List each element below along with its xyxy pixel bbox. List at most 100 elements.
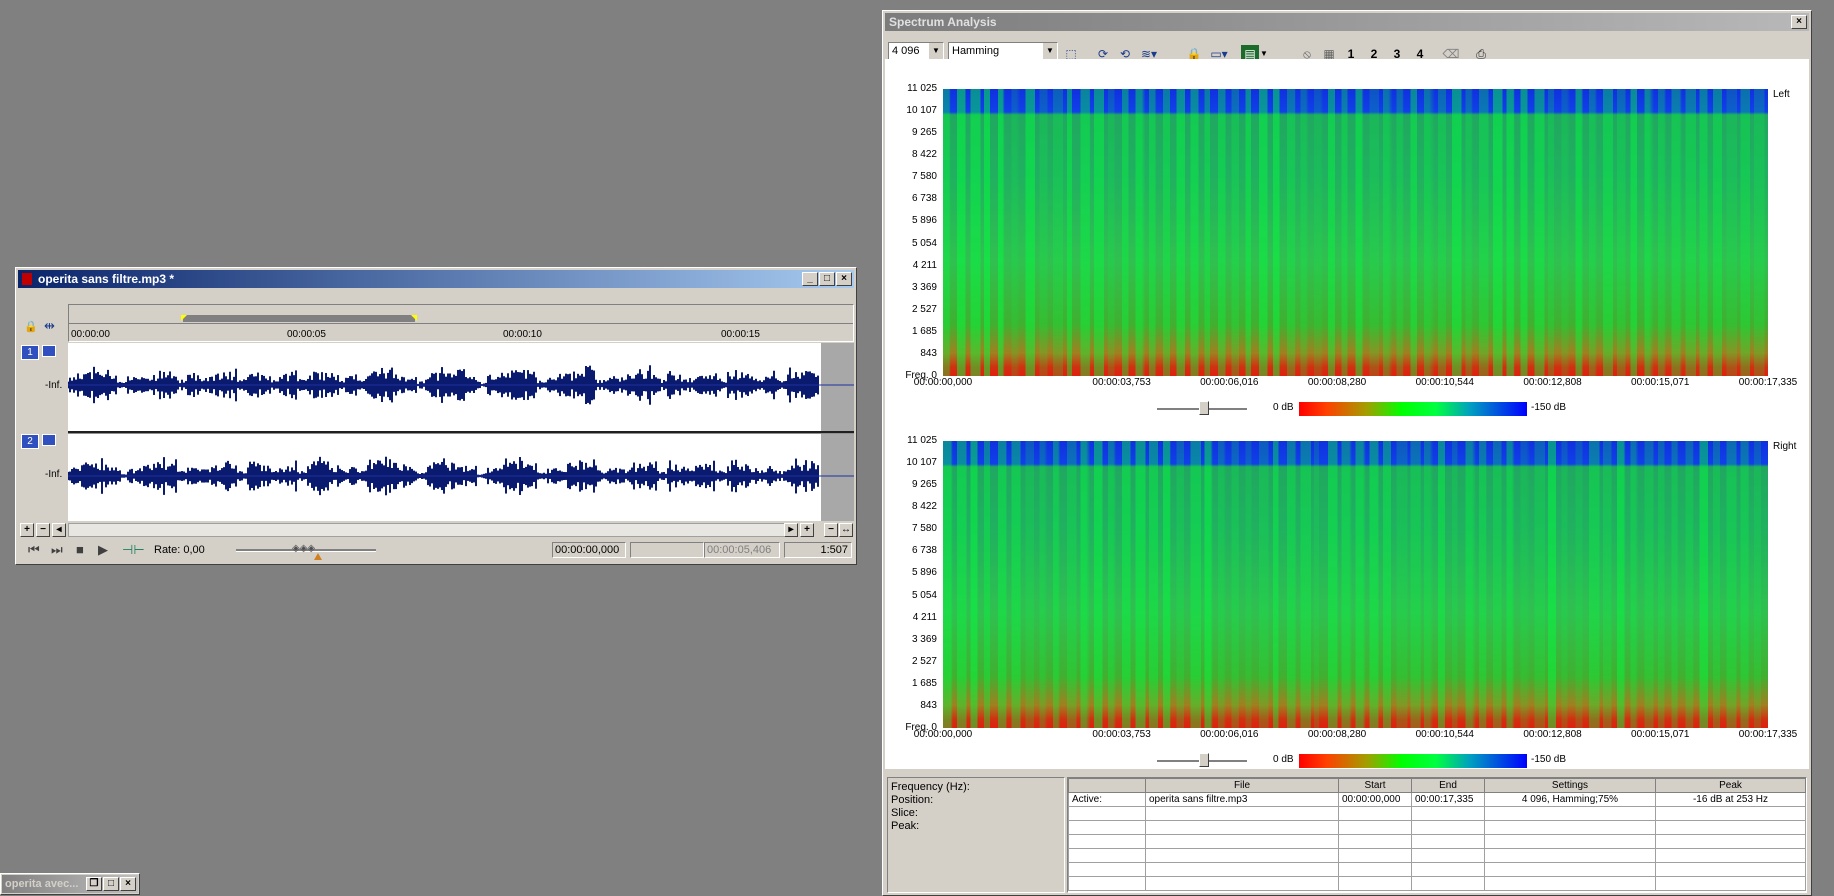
minimize-button[interactable]: _ — [802, 272, 818, 286]
restore-button[interactable]: ❐ — [86, 877, 102, 891]
fft-size-select[interactable]: 4 096 ▼ — [888, 42, 944, 60]
zoom-out-button[interactable]: − — [36, 523, 50, 537]
table-header-row: File Start End Settings Peak — [1068, 778, 1806, 793]
window-function-select[interactable]: Hamming ▼ — [948, 42, 1058, 60]
right-time-tick: 00:00:06,016 — [1200, 729, 1259, 740]
file-icon — [22, 273, 32, 285]
info-slice-label: Slice: — [891, 807, 918, 819]
right-time-tick: 00:00:10,544 — [1415, 729, 1474, 740]
track-2-header[interactable]: 2 -Inf. — [18, 432, 68, 521]
loop-end-marker[interactable] — [411, 315, 417, 321]
waveform-area[interactable] — [68, 343, 854, 521]
left-freq-tick: 6 738 — [911, 193, 937, 205]
right-time-tick: 00:00:08,280 — [1307, 729, 1367, 740]
close-button[interactable]: × — [836, 272, 852, 286]
left-time-tick: 00:00:17,335 — [1738, 377, 1798, 388]
zoom-ratio-field[interactable]: 1:507 — [784, 542, 852, 558]
maximize-button-min[interactable]: □ — [103, 877, 119, 891]
right-freq-tick: 5 896 — [911, 567, 937, 579]
right-freq-tick: 4 211 — [912, 611, 937, 623]
right-time-tick: 00:00:03,753 — [1092, 729, 1151, 740]
timeline-ruler[interactable]: 00:00:00 00:00:05 00:00:10 00:00:15 — [68, 304, 854, 342]
loop-start-marker[interactable] — [181, 315, 187, 321]
snapshot-table-box: File Start End Settings Peak Active: ope… — [1067, 777, 1807, 893]
table-row-empty[interactable] — [1068, 806, 1806, 821]
left-freq-tick: 11 025 — [907, 83, 937, 94]
info-panel: Frequency (Hz): Position: Slice: Peak: F… — [885, 769, 1809, 893]
play-icon[interactable]: ▶ — [98, 542, 108, 558]
table-row[interactable]: Active: operita sans filtre.mp3 00:00:00… — [1068, 792, 1806, 807]
minimized-title: operita avec... — [5, 878, 79, 890]
rate-slider-thumb[interactable]: ◈◈◈ — [292, 543, 315, 554]
lock-icon[interactable]: 🔒 — [24, 320, 38, 333]
editor-titlebar[interactable]: operita sans filtre.mp3 * _ □ × — [18, 270, 854, 288]
transport-bar: ⏮ ⏭ ■ ▶ ⊣⊢ Rate: 0,00 ◈◈◈ 00:00:00,000 0… — [18, 540, 854, 562]
rate-slider-marker — [314, 553, 322, 560]
horizontal-scrollbar[interactable] — [68, 523, 798, 537]
cursor-position-field[interactable]: 00:00:00,000 — [552, 542, 626, 558]
table-header-start[interactable]: Start — [1338, 778, 1412, 793]
left-time-axis: 00:00:00,000 00:00:03,753 00:00:06,016 00:0… — [885, 377, 1809, 391]
right-db-slider-thumb[interactable] — [1199, 753, 1209, 767]
right-freq-tick: 7 580 — [911, 523, 937, 535]
close-button-min[interactable]: × — [120, 877, 136, 891]
track-2-minimize-button[interactable] — [42, 434, 56, 446]
left-freq-axis: 11 025 10 107 9 265 8 422 7 580 6 738 5 896 5 0… — [885, 59, 943, 389]
table-row-empty[interactable] — [1068, 876, 1806, 891]
left-spectrogram[interactable] — [943, 89, 1768, 376]
time-zoom-in-button[interactable]: + — [800, 523, 814, 537]
rate-slider[interactable]: ◈◈◈ — [236, 543, 376, 560]
spectrum-titlebar[interactable]: Spectrum Analysis × — [885, 13, 1809, 31]
right-time-tick: 00:00:12,808 — [1523, 729, 1582, 740]
play-cursor-icon[interactable]: ⊣⊢ — [122, 542, 145, 558]
right-time-tick: 00:00:00,000 — [913, 729, 973, 740]
selection-end-field[interactable] — [630, 542, 704, 558]
table-row-empty[interactable] — [1068, 820, 1806, 835]
table-row-empty[interactable] — [1068, 834, 1806, 849]
selection-length-field[interactable]: 00:00:05,406 — [704, 542, 780, 558]
left-freq-tick: 843 — [920, 347, 937, 359]
scroll-right-button[interactable]: ▸ — [784, 523, 798, 537]
spectrum-close-button[interactable]: × — [1791, 15, 1807, 29]
table-header-file[interactable]: File — [1145, 778, 1339, 793]
left-channel-panel: Left 11 025 10 107 9 265 8 422 7 580 6 738 5 8… — [885, 59, 1809, 416]
info-position-label: Position: — [891, 794, 934, 806]
left-freq-tick: 5 054 — [911, 237, 937, 249]
track-2-number[interactable]: 2 — [21, 434, 39, 449]
go-to-end-icon[interactable]: ⏭ — [51, 542, 63, 558]
minimized-window[interactable]: operita avec... ❐ □ × — [0, 873, 140, 895]
right-db-slider[interactable] — [1157, 753, 1247, 767]
maximize-button[interactable]: □ — [819, 272, 835, 286]
snap-icon[interactable]: ⇹ — [44, 318, 55, 334]
table-row-empty[interactable] — [1068, 862, 1806, 877]
right-freq-tick: 5 054 — [911, 589, 937, 601]
left-freq-tick: 8 422 — [911, 149, 937, 161]
track-1-minimize-button[interactable] — [42, 345, 56, 357]
table-header-settings[interactable]: Settings — [1484, 778, 1656, 793]
stop-icon[interactable]: ■ — [76, 542, 84, 557]
fft-size-value: 4 096 — [892, 45, 920, 57]
scroll-left-button[interactable]: ◂ — [52, 523, 66, 537]
waveform-track-1 — [68, 365, 854, 405]
track-zoom-controls: + − ◂ — [18, 522, 68, 538]
zoom-fit-button[interactable]: ↔ — [839, 523, 853, 537]
right-freq-tick: 11 025 — [907, 435, 937, 446]
row-settings: 4 096, Hamming;75% — [1484, 792, 1656, 807]
table-header-peak[interactable]: Peak — [1655, 778, 1806, 793]
left-freq-tick: 7 580 — [911, 171, 937, 183]
right-spectrogram[interactable] — [943, 441, 1768, 728]
left-freq-tick: 10 107 — [906, 105, 937, 117]
minimized-titlebar[interactable]: operita avec... ❐ □ × — [2, 875, 138, 893]
right-db-min: -150 dB — [1531, 754, 1567, 765]
zoom-in-button[interactable]: + — [20, 523, 34, 537]
loop-region[interactable] — [181, 315, 417, 322]
right-freq-tick: 1 685 — [911, 677, 937, 689]
go-to-start-icon[interactable]: ⏮ — [28, 542, 40, 558]
track-1-header[interactable]: 1 -Inf. — [18, 343, 68, 432]
left-time-tick: 00:00:10,544 — [1415, 377, 1474, 388]
track-1-number[interactable]: 1 — [21, 345, 39, 360]
left-time-tick: 00:00:03,753 — [1092, 377, 1151, 388]
table-row-empty[interactable] — [1068, 848, 1806, 863]
table-header-end[interactable]: End — [1411, 778, 1485, 793]
time-zoom-out-button[interactable]: − — [824, 523, 838, 537]
